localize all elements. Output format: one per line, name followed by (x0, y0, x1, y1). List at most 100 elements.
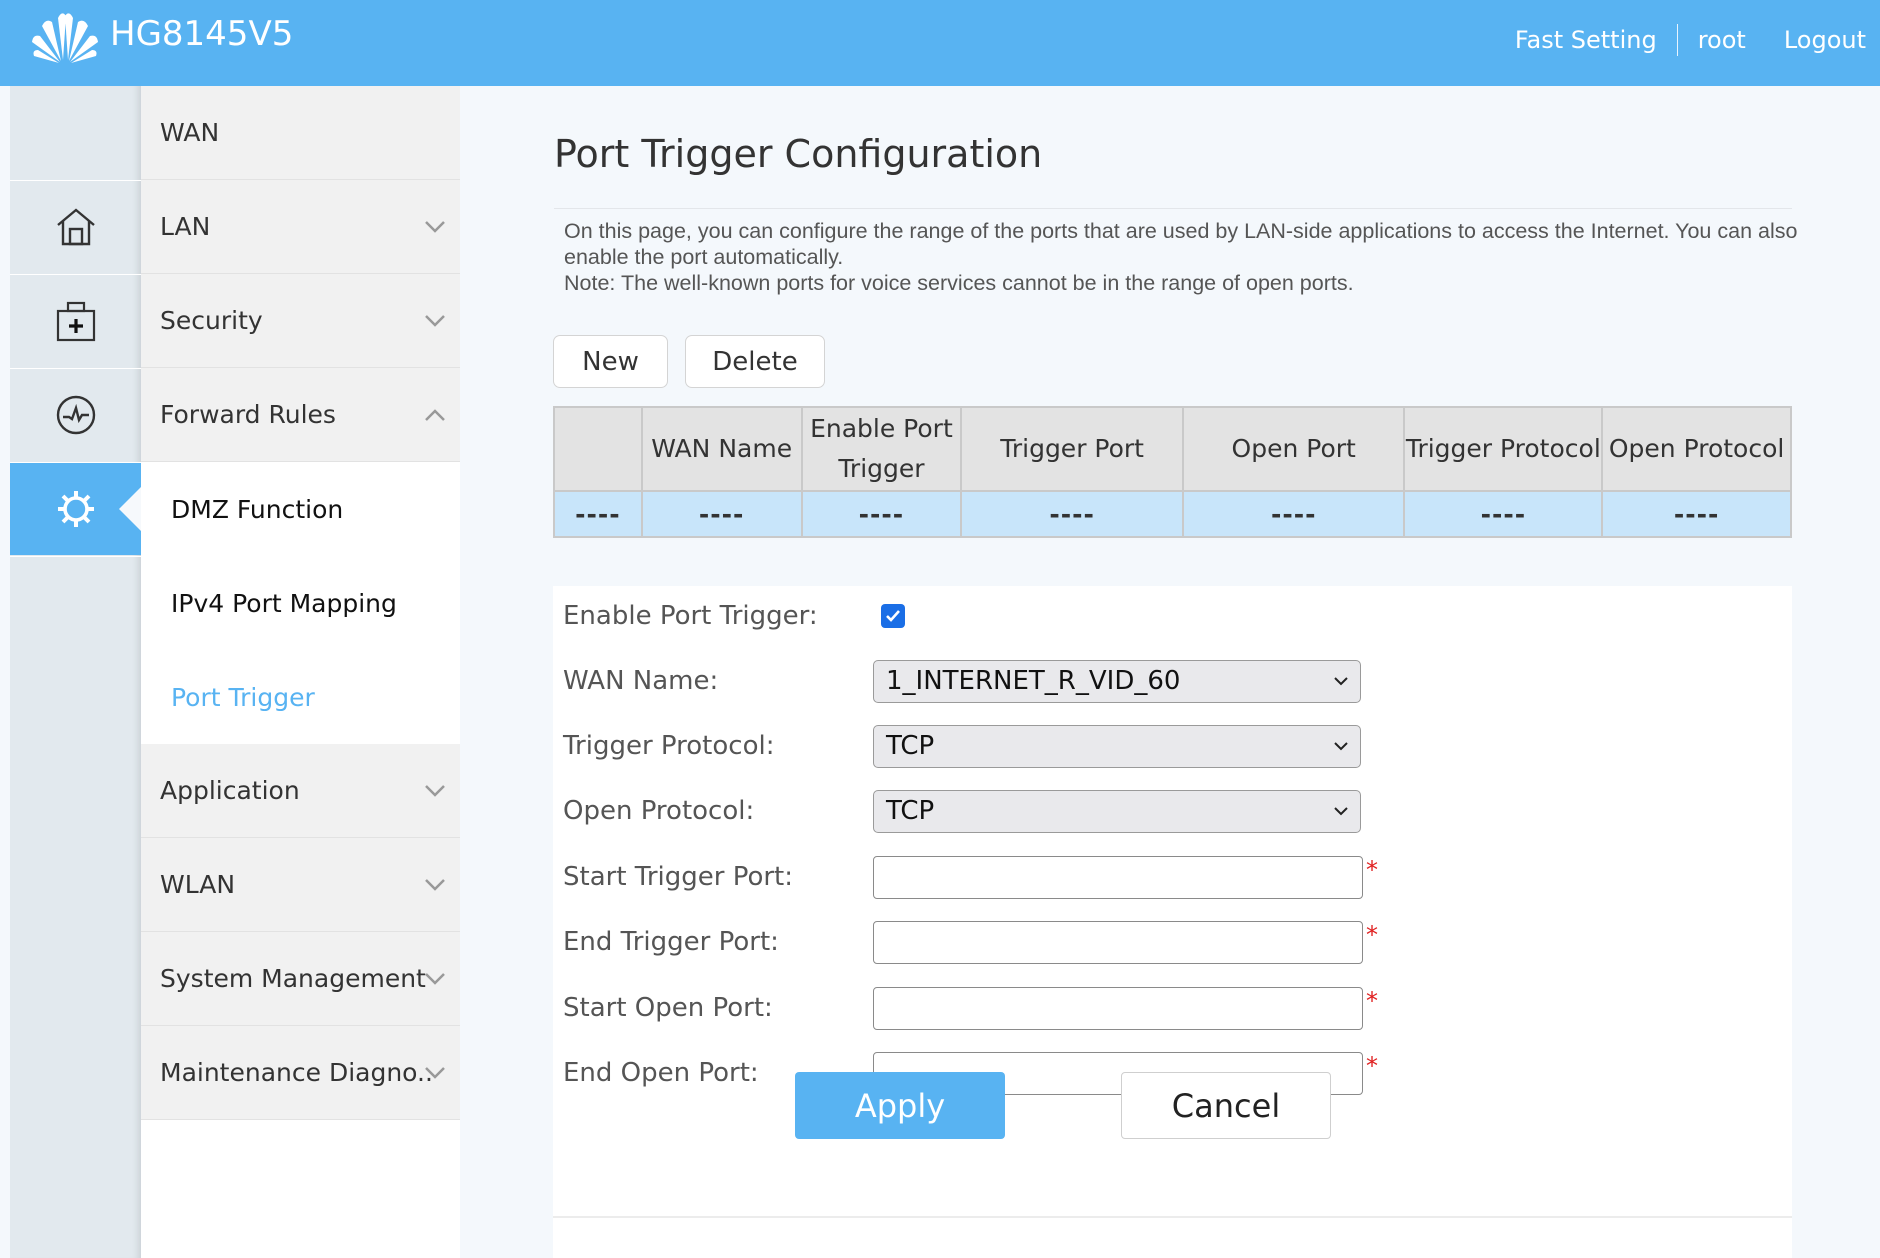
enable-port-trigger-checkbox[interactable] (881, 604, 905, 628)
delete-button[interactable]: Delete (685, 335, 825, 388)
device-model: HG8145V5 (110, 14, 294, 54)
chevron-down-icon (1334, 676, 1348, 685)
huawei-logo-icon (32, 13, 98, 63)
chevron-down-icon (425, 1066, 445, 1079)
sidebar-item-label: Application (160, 776, 300, 805)
port-trigger-table: WAN Name Enable Port Trigger Trigger Por… (553, 406, 1792, 538)
table-cell: ---- (1403, 490, 1604, 538)
table-header-row: WAN Name Enable Port Trigger Trigger Por… (553, 406, 1792, 492)
icon-sidebar (10, 86, 141, 1258)
description-note: Note: The well-known ports for voice ser… (564, 271, 1354, 295)
required-marker: * (1366, 856, 1378, 884)
trigger-protocol-label: Trigger Protocol: (563, 731, 775, 761)
open-protocol-value: TCP (886, 796, 935, 826)
start-open-port-input[interactable] (873, 986, 1363, 1030)
gear-icon (57, 491, 94, 527)
table-row[interactable]: ---- ---- ---- ---- ---- ---- ---- (553, 490, 1792, 538)
sidebar-item-label: Security (160, 306, 263, 335)
new-button[interactable]: New (553, 335, 668, 388)
divider (1676, 24, 1678, 56)
start-trigger-port-row: Start Trigger Port: * (553, 852, 1792, 902)
sidebar-item-label: LAN (160, 212, 211, 241)
sidebar-subitem-label: IPv4 Port Mapping (171, 588, 397, 618)
logout-link[interactable]: Logout (1784, 26, 1866, 54)
checkmark-icon (886, 610, 900, 622)
sidebar-item-application[interactable]: Application (141, 744, 460, 838)
sidebar-subitem-dmz-function[interactable]: DMZ Function (141, 462, 460, 556)
sidebar-item-label: Maintenance Diagno.. (160, 1058, 433, 1087)
table-cell: ---- (960, 490, 1184, 538)
chevron-down-icon (425, 220, 445, 233)
table-cell: ---- (800, 490, 963, 538)
title-divider (554, 208, 1792, 209)
column-header-open-port: Open Port (1181, 406, 1406, 492)
trigger-protocol-select[interactable]: TCP (873, 724, 1361, 768)
sidebar-item-system-management[interactable]: System Management (141, 932, 460, 1026)
sidebar-subitem-label: Port Trigger (171, 682, 315, 712)
table-cell: ---- (553, 490, 643, 538)
home-icon (56, 208, 95, 246)
table-cell: ---- (1181, 490, 1406, 538)
chevron-down-icon (425, 784, 445, 797)
sidebar-subitem-label: DMZ Function (171, 494, 344, 524)
sidebar-item-maintenance-diagnosis[interactable]: Maintenance Diagno.. (141, 1026, 460, 1120)
sidebar-menu: WAN LAN Security Forward Rules DMZ Funct… (141, 86, 460, 1258)
sidebar-item-lan[interactable]: LAN (141, 180, 460, 274)
form-divider (553, 1216, 1792, 1218)
wan-name-value: 1_INTERNET_R_VID_60 (886, 666, 1181, 696)
nav-home[interactable] (10, 180, 141, 273)
nav-toolbox[interactable] (10, 274, 141, 367)
sidebar-item-label: Forward Rules (160, 400, 336, 429)
user-link[interactable]: root (1698, 26, 1746, 54)
sidebar-subitem-port-trigger[interactable]: Port Trigger (141, 650, 460, 744)
sidebar-item-label: System Management (160, 964, 426, 993)
page-title: Port Trigger Configuration (554, 132, 1043, 176)
sidebar-item-wlan[interactable]: WLAN (141, 838, 460, 932)
chevron-down-icon (425, 878, 445, 891)
iconbar-filler (10, 556, 141, 1258)
diagnostics-icon (56, 395, 95, 435)
column-header-wan-name: WAN Name (640, 406, 803, 492)
required-marker: * (1366, 987, 1378, 1015)
required-marker: * (1366, 921, 1378, 949)
open-protocol-select[interactable]: TCP (873, 789, 1361, 833)
enable-port-trigger-row: Enable Port Trigger: (553, 591, 1792, 641)
page-description: On this page, you can configure the rang… (564, 218, 1804, 296)
wan-name-label: WAN Name: (563, 666, 719, 696)
chevron-up-icon (425, 408, 445, 421)
fast-setting-link[interactable]: Fast Setting (1515, 26, 1657, 54)
start-trigger-port-label: Start Trigger Port: (563, 862, 794, 892)
end-trigger-port-row: End Trigger Port: * (553, 917, 1792, 967)
wan-name-row: WAN Name: 1_INTERNET_R_VID_60 (553, 656, 1792, 706)
top-header: HG8145V5 Fast Setting root Logout (0, 0, 1880, 86)
description-text: On this page, you can configure the rang… (564, 219, 1798, 269)
top-links: Fast Setting root Logout (1515, 24, 1866, 56)
open-protocol-label: Open Protocol: (563, 796, 755, 826)
table-cell: ---- (640, 490, 803, 538)
nav-diagnostics[interactable] (10, 368, 141, 461)
enable-port-trigger-label: Enable Port Trigger: (563, 601, 818, 631)
active-pointer (119, 487, 141, 531)
nav-settings[interactable] (10, 462, 141, 555)
chevron-down-icon (425, 314, 445, 327)
chevron-down-icon (425, 972, 445, 985)
toolbox-icon (56, 301, 95, 342)
cancel-button[interactable]: Cancel (1121, 1072, 1331, 1139)
port-trigger-form: Enable Port Trigger: WAN Name: 1_INTERNE… (553, 586, 1792, 1258)
sidebar-item-security[interactable]: Security (141, 274, 460, 368)
chevron-down-icon (1334, 806, 1348, 815)
start-open-port-label: Start Open Port: (563, 993, 773, 1023)
start-trigger-port-input[interactable] (873, 855, 1363, 899)
table-cell: ---- (1601, 490, 1792, 538)
open-protocol-row: Open Protocol: TCP (553, 786, 1792, 836)
sidebar-item-forward-rules[interactable]: Forward Rules (141, 368, 460, 462)
sidebar-item-wan[interactable]: WAN (141, 86, 460, 180)
sidebar-item-label: WAN (160, 118, 220, 147)
sidebar-subitem-ipv4-port-mapping[interactable]: IPv4 Port Mapping (141, 556, 460, 650)
required-marker: * (1366, 1052, 1378, 1080)
main-content: Port Trigger Configuration On this page,… (460, 86, 1880, 1258)
apply-button[interactable]: Apply (795, 1072, 1005, 1139)
column-header-enable-port-trigger: Enable Port Trigger (800, 406, 963, 492)
wan-name-select[interactable]: 1_INTERNET_R_VID_60 (873, 659, 1361, 703)
end-trigger-port-input[interactable] (873, 920, 1363, 964)
